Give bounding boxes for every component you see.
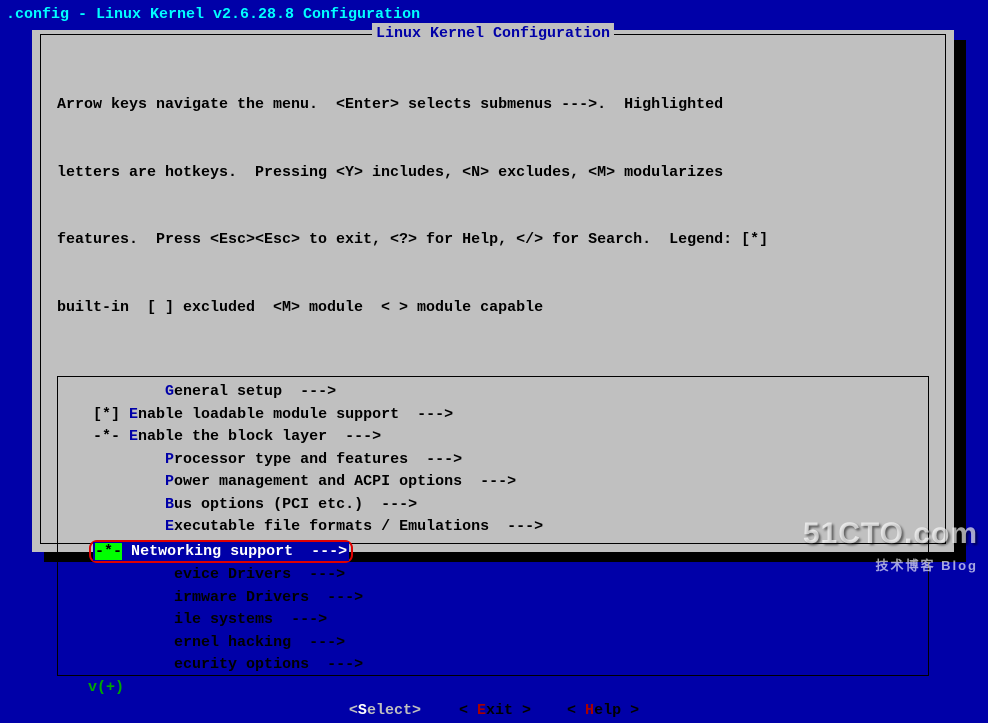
menu-item-device-drivers[interactable]: Device Drivers --->: [64, 564, 922, 587]
panel-title: Linux Kernel Configuration: [372, 23, 614, 46]
button-row: <Select> < Exit > < Help >: [51, 700, 935, 723]
selected-mark-icon: -*-: [95, 543, 122, 560]
menu-item-kernel-hacking[interactable]: Kernel hacking --->: [64, 632, 922, 655]
help-text: Arrow keys navigate the menu. <Enter> se…: [51, 37, 935, 372]
menu-item-block-layer[interactable]: -*- Enable the block layer --->: [64, 426, 922, 449]
help-line: features. Press <Esc><Esc> to exit, <?> …: [57, 229, 929, 252]
help-line: letters are hotkeys. Pressing <Y> includ…: [57, 162, 929, 185]
watermark-line1: 51CTO.com: [803, 511, 978, 556]
menu-list[interactable]: General setup ---> [*] Enable loadable m…: [57, 376, 929, 676]
help-line: Arrow keys navigate the menu. <Enter> se…: [57, 94, 929, 117]
menu-item-processor[interactable]: Processor type and features --->: [64, 449, 922, 472]
menu-item-file-systems[interactable]: File systems --->: [64, 609, 922, 632]
exit-button[interactable]: < Exit >: [459, 702, 531, 719]
menu-item-security-options[interactable]: Security options --->: [64, 654, 922, 677]
menu-item-loadable-module[interactable]: [*] Enable loadable module support --->: [64, 404, 922, 427]
main-panel: Linux Kernel Configuration Arrow keys na…: [32, 30, 954, 552]
selected-highlight: -*- Networking support --->: [89, 540, 353, 564]
menu-item-firmware-drivers[interactable]: Firmware Drivers --->: [64, 587, 922, 610]
menu-item-power-management[interactable]: Power management and ACPI options --->: [64, 471, 922, 494]
menu-item-networking-selected[interactable]: -*- Networking support --->: [64, 539, 922, 565]
scroll-down-hint-icon: v(+): [64, 677, 922, 700]
panel-border: Linux Kernel Configuration Arrow keys na…: [40, 34, 946, 544]
select-button[interactable]: <Select>: [347, 702, 423, 719]
help-line: built-in [ ] excluded <M> module < > mod…: [57, 297, 929, 320]
help-button[interactable]: < Help >: [567, 702, 639, 719]
watermark-line2: 技术博客 Blog: [803, 556, 978, 576]
menu-item-executable-formats[interactable]: Executable file formats / Emulations ---…: [64, 516, 922, 539]
menu-item-bus-options[interactable]: Bus options (PCI etc.) --->: [64, 494, 922, 517]
menu-item-general-setup[interactable]: General setup --->: [64, 381, 922, 404]
watermark: 51CTO.com 技术博客 Blog: [803, 511, 978, 576]
